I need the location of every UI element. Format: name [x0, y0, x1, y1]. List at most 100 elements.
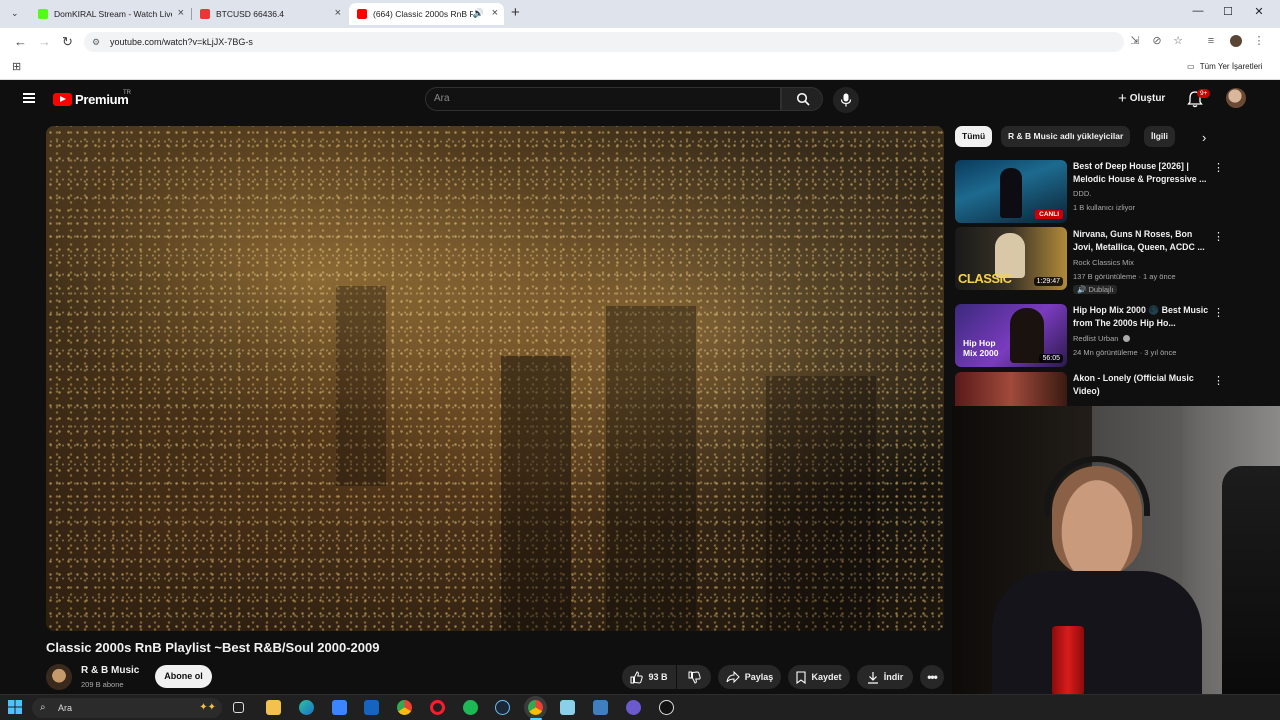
tab-youtube[interactable]: (664) Classic 2000s RnB Pla 🔊 × [349, 3, 504, 25]
recommended-title[interactable]: Best of Deep House [2026] | Melodic Hous… [1073, 160, 1209, 186]
item-menu-icon[interactable]: ⋮ [1213, 230, 1224, 243]
hamburger-menu-icon[interactable] [23, 93, 35, 103]
thumbs-down-icon [688, 670, 701, 684]
video-title: Classic 2000s RnB Playlist ~Best R&B/Sou… [46, 640, 380, 655]
item-menu-icon[interactable]: ⋮ [1213, 306, 1224, 319]
reload-icon[interactable]: ↻ [62, 34, 73, 50]
share-label: Paylaş [744, 672, 774, 682]
site-info-icon[interactable]: ⚙ [92, 32, 100, 52]
search-input[interactable]: Ara [425, 87, 781, 111]
apps-grid-icon[interactable]: ⊞ [12, 60, 21, 73]
taskbar-search-input[interactable]: ⌕ Ara ✦✦ [32, 698, 222, 718]
tab-list-icon[interactable]: ⌄ [11, 8, 19, 19]
channel-name[interactable]: R & B Music [81, 665, 139, 676]
channel-avatar[interactable] [46, 664, 72, 690]
url-field[interactable]: ⚙ youtube.com/watch?v=kLjJX-7BG-s [84, 32, 1124, 52]
forward-icon[interactable]: → [38, 34, 51, 49]
bookmarks-bar: ⊞ ▭ Tüm Yer İşaretleri [0, 56, 1280, 80]
recommended-thumbnail[interactable]: CANLI [955, 160, 1067, 223]
chip-all[interactable]: Tümü [955, 126, 993, 147]
file-explorer-icon[interactable] [266, 700, 281, 715]
video-duration: 56:05 [1039, 354, 1063, 363]
close-tab-icon[interactable]: × [335, 7, 341, 19]
subscribe-button[interactable]: Abone ol [155, 665, 212, 688]
youtube-logo[interactable]: Premium TR [53, 90, 131, 107]
share-button[interactable]: Paylaş [718, 665, 781, 689]
media-control-icon[interactable]: ≡ [1205, 35, 1217, 47]
dubbed-badge: 🔊 Dublajlı [1073, 285, 1118, 294]
recommended-thumbnail[interactable]: Hip Hop Mix 2000 56:05 [955, 304, 1067, 367]
like-button[interactable]: 93 B [622, 665, 676, 689]
discord-app-icon[interactable] [626, 700, 641, 715]
profile-icon[interactable] [1230, 35, 1242, 47]
minimize-icon[interactable]: — [1186, 5, 1210, 17]
more-horizontal-icon: ••• [927, 670, 938, 684]
dubbed-label: Dublajlı [1088, 285, 1114, 294]
recommended-channel[interactable]: DDD. [1073, 189, 1091, 198]
outlook-icon[interactable] [364, 700, 379, 715]
obs-icon[interactable] [659, 700, 674, 715]
like-count: 93 B [648, 672, 668, 682]
dislike-button[interactable] [677, 665, 711, 689]
item-menu-icon[interactable]: ⋮ [1213, 161, 1224, 174]
dark-building [336, 286, 386, 486]
account-avatar[interactable] [1226, 88, 1246, 108]
steam-icon[interactable] [495, 700, 510, 715]
chrome-icon[interactable] [397, 700, 412, 715]
new-tab-button[interactable]: + [511, 4, 520, 21]
close-tab-icon[interactable]: × [492, 7, 498, 19]
windows-logo-icon [8, 700, 22, 714]
notepad-icon[interactable] [560, 700, 575, 715]
streamer-shirt [992, 571, 1202, 696]
edge-icon[interactable] [299, 700, 314, 715]
back-icon[interactable]: ← [14, 34, 27, 49]
logo-country: TR [123, 90, 131, 96]
more-actions-button[interactable]: ••• [920, 665, 944, 689]
chip-uploader[interactable]: R & B Music adlı yükleyicilar [1001, 126, 1131, 147]
item-menu-icon[interactable]: ⋮ [1213, 374, 1224, 387]
youtube-play-icon [53, 93, 72, 106]
chrome-active-icon[interactable] [528, 700, 543, 715]
all-bookmarks-folder[interactable]: ▭ Tüm Yer İşaretleri [1187, 62, 1263, 71]
close-window-icon[interactable]: ✕ [1247, 5, 1271, 18]
recommended-thumbnail[interactable] [955, 372, 1067, 406]
recommended-title[interactable]: Hip Hop Mix 2000 🌑 Best Music from The 2… [1073, 304, 1209, 330]
download-button[interactable]: İndir [857, 665, 913, 689]
voice-search-button[interactable] [833, 87, 859, 113]
recommended-title[interactable]: Nirvana, Guns N Roses, Bon Jovi, Metalli… [1073, 228, 1209, 254]
bookmark-icon [796, 670, 807, 684]
maximize-icon[interactable]: ☐ [1216, 5, 1240, 18]
create-button[interactable]: + Oluştur [1110, 88, 1173, 110]
utility-app-icon[interactable] [593, 700, 608, 715]
channel-label: Redlist Urban [1073, 334, 1119, 343]
save-button[interactable]: Kaydet [788, 665, 850, 689]
speaker-icon[interactable]: 🔊 [473, 8, 484, 19]
verified-icon [1122, 335, 1130, 342]
chips-next-icon[interactable]: › [1202, 130, 1206, 145]
menu-kebab-icon[interactable]: ⋮ [1253, 35, 1265, 47]
video-duration: 1:29:47 [1033, 277, 1063, 286]
recommended-thumbnail[interactable]: CLASSIC 1:29:47 [955, 227, 1067, 290]
tab-btcusd[interactable]: BTCUSD 66436.4 × [192, 3, 347, 25]
opera-icon[interactable] [430, 700, 445, 715]
video-player[interactable] [46, 126, 944, 631]
spotify-icon[interactable] [463, 700, 478, 715]
recommended-title[interactable]: Akon - Lonely (Official Music Video) [1073, 372, 1209, 398]
search-button[interactable] [781, 87, 823, 111]
tab-domkiral[interactable]: DomKIRAL Stream - Watch Live × [30, 3, 190, 25]
download-label: İndir [883, 672, 904, 682]
start-button[interactable] [8, 700, 22, 714]
chip-related[interactable]: İlgili [1144, 126, 1175, 147]
bookmark-star-icon[interactable]: ☆ [1172, 35, 1184, 47]
recommended-channel[interactable]: Rock Classics Mix [1073, 258, 1134, 267]
windows-taskbar: ⌕ Ara ✦✦ [0, 694, 1280, 720]
url-text: youtube.com/watch?v=kLjJX-7BG-s [110, 37, 253, 47]
store-icon[interactable] [332, 700, 347, 715]
eye-off-icon[interactable]: ⊘ [1151, 35, 1163, 47]
logo-text: Premium [75, 92, 129, 107]
task-view-icon[interactable] [233, 702, 244, 713]
notification-count-badge: 9+ [1197, 89, 1211, 98]
recommended-channel[interactable]: Redlist Urban [1073, 334, 1130, 343]
install-app-icon[interactable]: ⇲ [1129, 35, 1141, 47]
close-tab-icon[interactable]: × [178, 7, 184, 19]
